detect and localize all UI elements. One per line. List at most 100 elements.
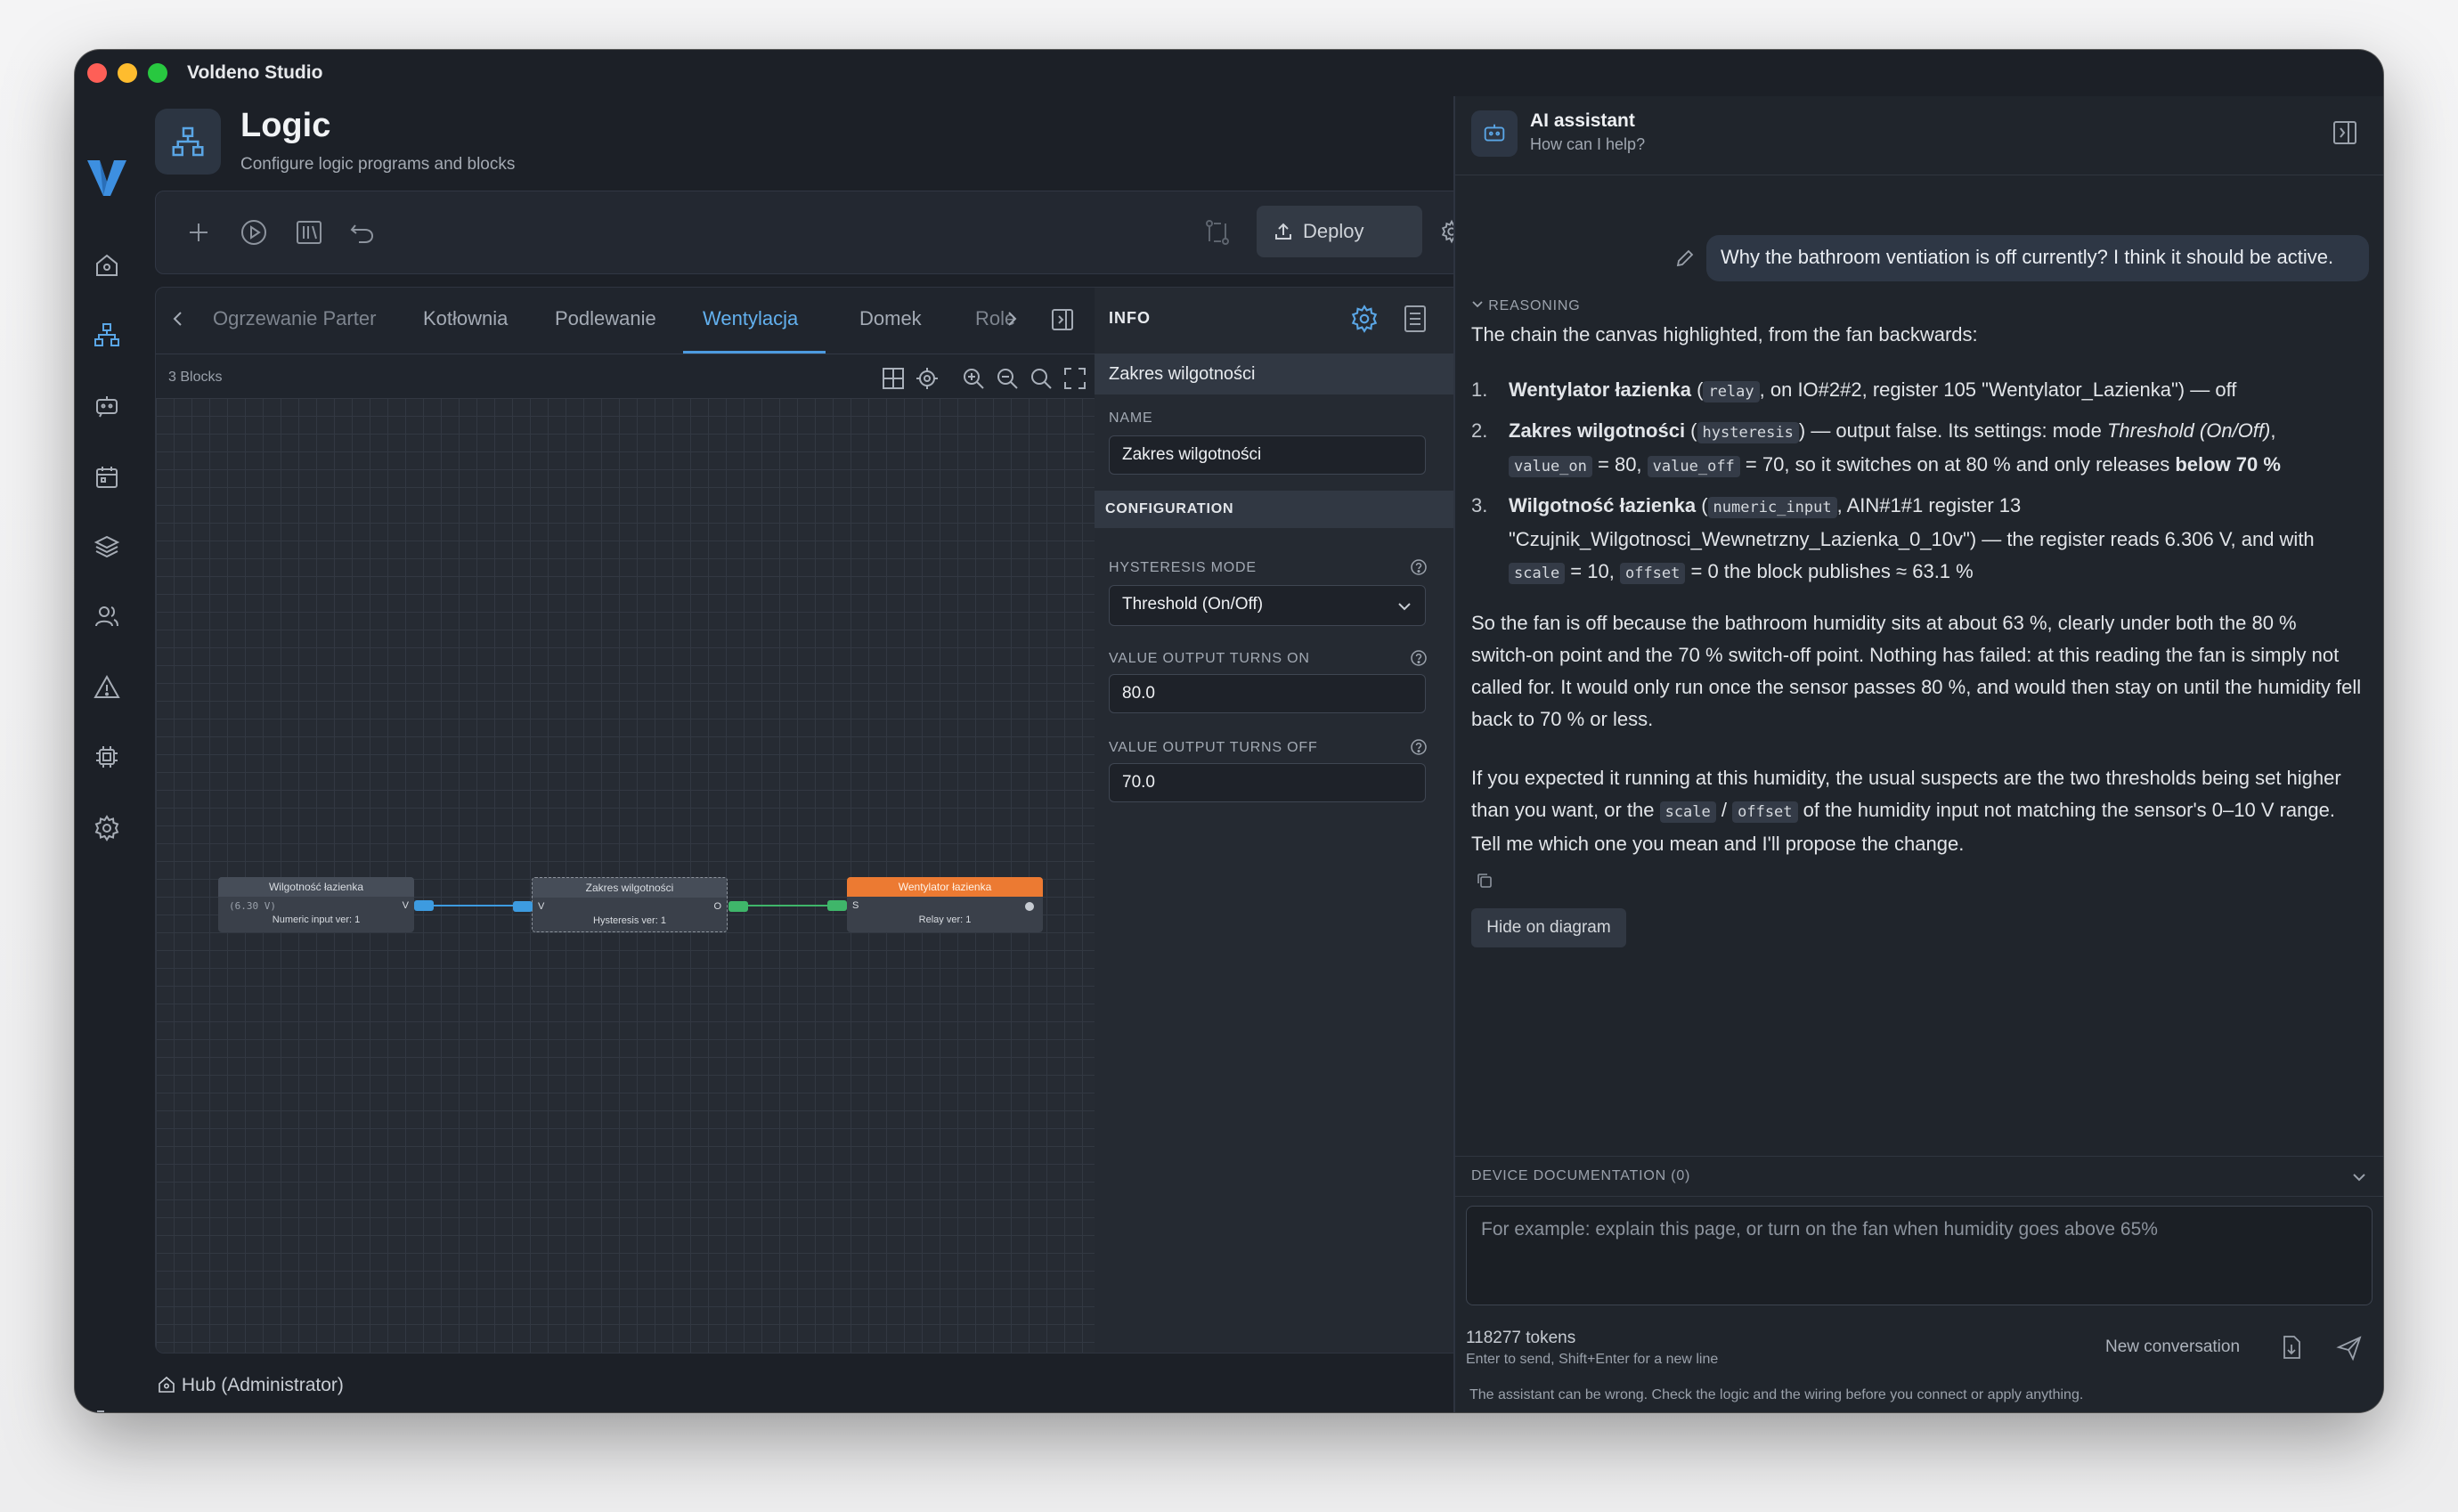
target-icon[interactable]	[915, 366, 940, 391]
upload-icon	[1275, 223, 1291, 240]
info-panel: INFO Zakres wilgotności NAME Zakres wilg…	[1095, 288, 1486, 1353]
node-title: Wilgotność łazienka	[218, 877, 414, 897]
list-icon[interactable]	[1401, 304, 1429, 334]
undo-icon[interactable]	[346, 216, 378, 248]
layers-icon[interactable]	[93, 532, 121, 561]
new-conversation-button[interactable]: New conversation	[2105, 1337, 2240, 1357]
hide-on-diagram-button[interactable]: Hide on diagram	[1471, 908, 1626, 947]
title-bar: Voldeno Studio	[75, 50, 2383, 96]
toggle-panel-icon[interactable]	[1050, 307, 1075, 332]
input-hint: Enter to send, Shift+Enter for a new lin…	[1466, 1352, 1719, 1367]
node-footer: Hysteresis ver: 1	[593, 915, 666, 926]
compare-icon[interactable]	[1201, 216, 1233, 248]
reasoning-label: REASONING	[1488, 298, 1581, 313]
device-documentation-label: DEVICE DOCUMENTATION (0)	[1471, 1168, 1691, 1183]
hub-label: Hub (Administrator)	[181, 1375, 344, 1395]
port-label: S	[852, 900, 859, 911]
assistant-disclaimer: The assistant can be wrong. Check the lo…	[1469, 1387, 2084, 1402]
tab-ogrzewanie-parter[interactable]: Ogrzewanie Parter	[213, 307, 376, 330]
zoom-window-button[interactable]	[148, 63, 167, 83]
input-port[interactable]	[827, 900, 847, 911]
tab-podlewanie[interactable]: Podlewanie	[555, 307, 656, 330]
minimize-window-button[interactable]	[118, 63, 137, 83]
deploy-button[interactable]: Deploy	[1257, 206, 1422, 257]
assistant-bot-icon[interactable]	[93, 392, 121, 420]
hysteresis-mode-select[interactable]: Threshold (On/Off)	[1109, 585, 1426, 626]
logout-icon[interactable]	[93, 1407, 121, 1412]
chevron-right-icon[interactable]	[1002, 309, 1021, 329]
page-title: Logic	[240, 107, 331, 144]
value-on-label: VALUE OUTPUT TURNS ON	[1109, 651, 1310, 666]
send-icon[interactable]	[2335, 1334, 2364, 1362]
assistant-subtitle: How can I help?	[1530, 135, 1646, 153]
logic-canvas[interactable]: Wilgotność łazienka (6.30 V) V Numeric i…	[156, 398, 1096, 1353]
tab-wentylacja[interactable]: Wentylacja	[703, 307, 798, 330]
port-label: V	[402, 900, 409, 911]
user-message: Why the bathroom ventiation is off curre…	[1706, 235, 2369, 281]
hysteresis-mode-value: Threshold (On/Off)	[1122, 595, 1264, 614]
device-documentation-section[interactable]: DEVICE DOCUMENTATION (0)	[1455, 1156, 2383, 1197]
name-field[interactable]: Zakres wilgotności	[1109, 435, 1426, 475]
blocks-count: 3 Blocks	[168, 370, 223, 385]
app-window: Voldeno Studio Logic Configure logic pro…	[75, 50, 2383, 1412]
node-hysteresis[interactable]: Zakres wilgotności V O Hysteresis ver: 1	[513, 877, 748, 932]
token-count: 118277 tokens	[1466, 1329, 1576, 1347]
gear-icon[interactable]	[1349, 304, 1380, 334]
node-relay[interactable]: Wentylator łazienka S Relay ver: 1	[827, 877, 1043, 932]
nav-rail	[75, 96, 139, 1412]
port-label: V	[538, 901, 545, 912]
assistant-paragraph: So the fan is off because the bathroom h…	[1471, 612, 2362, 730]
home-icon[interactable]	[93, 251, 121, 280]
help-icon[interactable]	[1410, 649, 1428, 667]
edit-message-icon[interactable]	[1674, 248, 1696, 269]
help-icon[interactable]	[1410, 558, 1428, 576]
logic-header-icon	[155, 109, 221, 175]
users-icon[interactable]	[93, 602, 121, 630]
calendar-icon[interactable]	[93, 463, 121, 492]
grid-add-icon[interactable]	[881, 366, 906, 391]
help-icon[interactable]	[1410, 738, 1428, 756]
hub-home-icon	[159, 1376, 175, 1393]
settings-icon[interactable]	[93, 814, 121, 842]
warning-icon[interactable]	[93, 673, 121, 702]
logic-icon[interactable]	[93, 321, 121, 349]
info-title: INFO	[1109, 309, 1151, 327]
output-port[interactable]	[728, 901, 748, 912]
input-port[interactable]	[513, 901, 533, 912]
add-icon[interactable]	[183, 216, 215, 248]
copy-icon[interactable]	[1475, 871, 1494, 890]
hysteresis-mode-label: HYSTERESIS MODE	[1109, 560, 1257, 575]
fullscreen-icon[interactable]	[1062, 366, 1087, 391]
tab-domek[interactable]: Domek	[859, 307, 922, 330]
play-icon[interactable]	[238, 216, 270, 248]
collapse-panel-icon[interactable]	[2332, 119, 2358, 146]
active-tab-indicator	[683, 351, 826, 354]
prompt-input[interactable]: For example: explain this page, or turn …	[1466, 1206, 2373, 1305]
page-subtitle: Configure logic programs and blocks	[240, 155, 516, 174]
configuration-label: CONFIGURATION	[1105, 501, 1234, 516]
node-humidity-input[interactable]: Wilgotność łazienka (6.30 V) V Numeric i…	[218, 877, 434, 932]
output-port[interactable]	[414, 900, 434, 911]
download-icon[interactable]	[2278, 1334, 2305, 1361]
hub-status: Hub (Administrator)	[157, 1375, 344, 1396]
zoom-reset-icon[interactable]	[1029, 366, 1054, 391]
chevron-down-icon	[1398, 603, 1411, 611]
zoom-in-icon[interactable]	[961, 366, 986, 391]
value-off-label: VALUE OUTPUT TURNS OFF	[1109, 740, 1318, 755]
reasoning-toggle[interactable]: REASONING	[1471, 297, 1580, 314]
library-icon[interactable]	[293, 216, 325, 248]
chevron-left-icon[interactable]	[168, 309, 188, 329]
state-dot	[1025, 902, 1034, 911]
value-on-field[interactable]: 80.0	[1109, 674, 1426, 713]
zoom-out-icon[interactable]	[995, 366, 1020, 391]
assistant-intro: The chain the canvas highlighted, from t…	[1471, 323, 1978, 345]
close-window-button[interactable]	[87, 63, 107, 83]
node-footer: Relay ver: 1	[918, 915, 972, 925]
program-tabs: Ogrzewanie Parter Kotłownia Podlewanie W…	[156, 288, 1095, 354]
node-value: (6.30 V)	[229, 900, 276, 912]
value-off-field[interactable]: 70.0	[1109, 763, 1426, 802]
chip-icon[interactable]	[93, 743, 121, 771]
assistant-title: AI assistant	[1530, 110, 1635, 131]
tab-kotlownia[interactable]: Kotłownia	[423, 307, 508, 330]
assistant-paragraph: If you expected it running at this humid…	[1471, 767, 2341, 855]
